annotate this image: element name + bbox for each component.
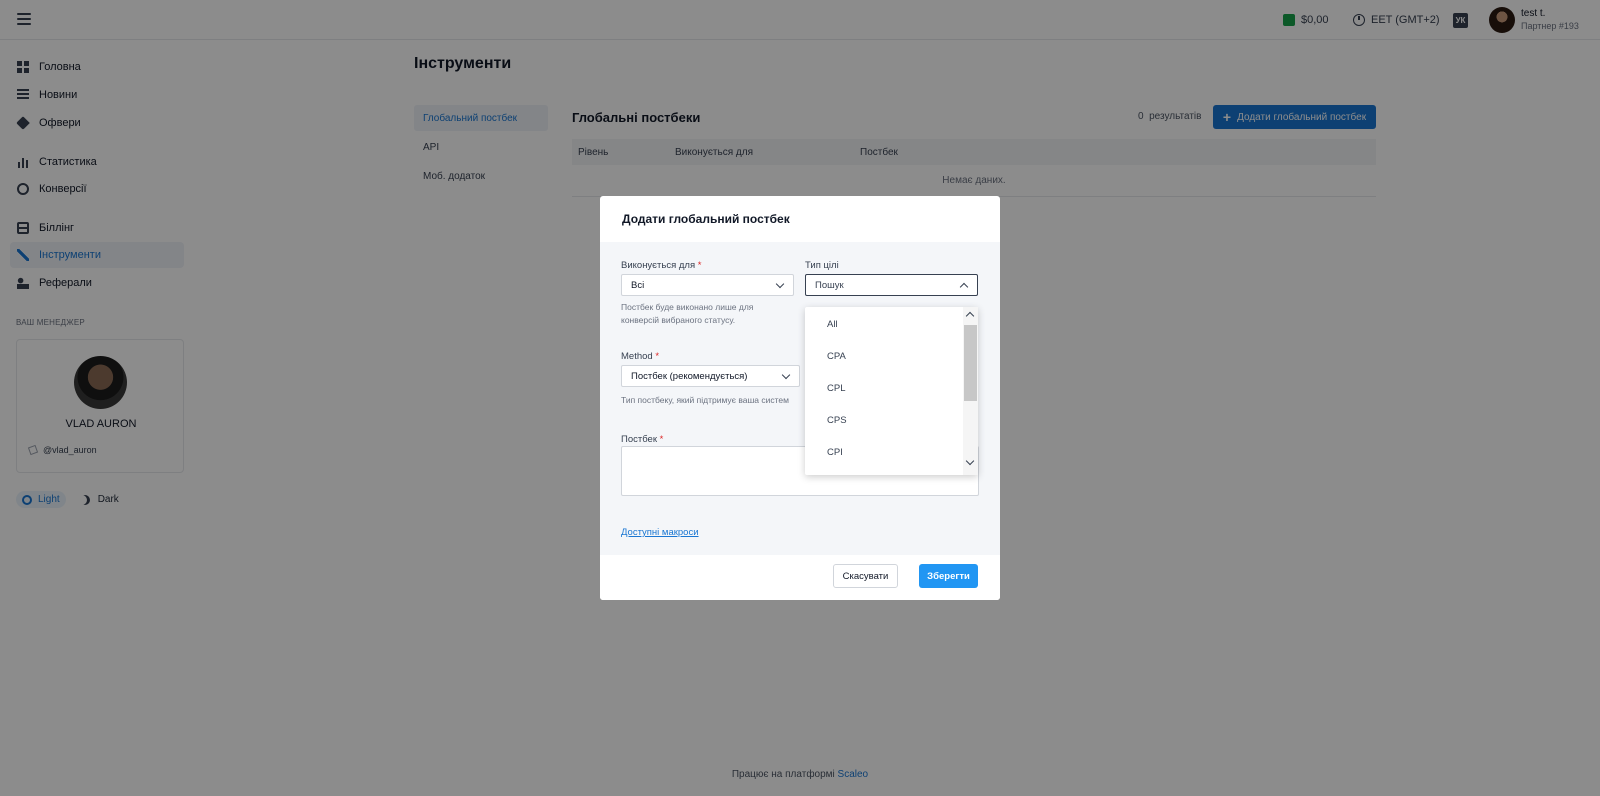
required-mark: * [697,260,702,271]
available-macros-link[interactable]: Доступні макроси [621,527,699,538]
dialog-title: Додати глобальний постбек [622,212,790,226]
dropdown-option[interactable]: CPI [827,447,843,458]
dropdown-option[interactable]: All [827,319,838,330]
executes-for-select[interactable]: Всі [621,274,794,296]
required-mark: * [655,351,660,362]
postback-label: Постбек * [621,434,663,445]
method-value: Постбек (рекомендується) [631,370,748,382]
cancel-button[interactable]: Скасувати [833,564,898,588]
chevron-down-icon [781,370,791,380]
chevron-down-icon [775,279,785,289]
hint-line: Постбек буде виконано лише для [621,302,754,312]
scroll-down-icon[interactable] [965,456,975,466]
method-label-text: Method [621,351,653,362]
save-button[interactable]: Зберегти [919,564,978,588]
method-label: Method * [621,351,659,362]
goal-type-label: Тип цілі [805,260,839,271]
dropdown-option[interactable]: CPS [827,415,847,426]
chevron-up-icon [959,282,969,292]
dropdown-option[interactable]: CPL [827,383,845,394]
executes-for-label: Виконується для * [621,260,701,271]
scrollbar-thumb[interactable] [964,325,977,401]
goal-type-search[interactable]: Пошук [815,280,844,291]
scroll-up-icon[interactable] [965,311,975,321]
dropdown-scrollbar[interactable] [963,307,978,475]
postback-label-text: Постбек [621,434,657,445]
executes-for-hint: Постбек буде виконано лише для конверсій… [621,301,753,327]
hint-line: конверсій вибраного статусу. [621,315,736,325]
dropdown-option[interactable]: CPA [827,351,846,362]
method-select[interactable]: Постбек (рекомендується) [621,365,800,387]
executes-for-value: Всі [631,279,645,291]
goal-type-dropdown: All CPA CPL CPS CPI [805,307,978,475]
executes-for-label-text: Виконується для [621,260,696,271]
required-mark: * [659,434,664,445]
method-hint: Тип постбеку, який підтримує ваша систем [621,395,789,405]
dialog-footer: Скасувати Зберегти [600,555,1000,600]
goal-type-select[interactable]: Пошук [805,274,978,296]
